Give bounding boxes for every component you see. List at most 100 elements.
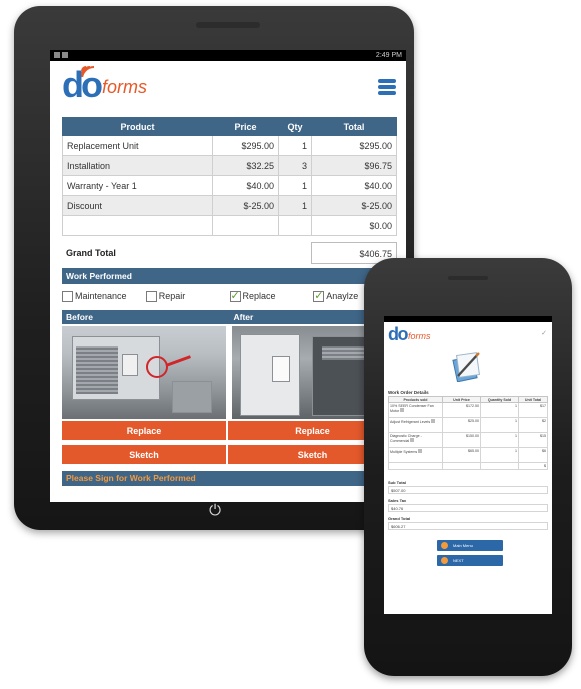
qty-cell[interactable] [278,215,312,236]
app-header: do forms [50,61,406,111]
total-cell: $2 [518,417,548,433]
col-qty: Qty [278,117,312,136]
grand-total-label: Grand Total [388,516,411,521]
checkbox-maintenance[interactable]: Maintenance [62,287,146,305]
doforms-logo: do forms [388,325,431,343]
grand-total-row: Grand Total $406.75 [62,242,397,264]
work-performed-checkboxes: Maintenance Repair Replace Anaylze [62,287,397,305]
checkbox-label: Repair [158,291,186,301]
checkbox-replace[interactable]: Replace [229,287,314,305]
clipboard-pen-icon [452,352,480,382]
work-order-title: Work Order Details [388,390,429,395]
menu-bullet-icon [441,542,448,549]
product-cell[interactable]: Replacement Unit [62,135,213,156]
search-icon[interactable] [410,438,415,442]
sketch-before-button[interactable]: Sketch [62,445,226,465]
table-row: $ [388,462,548,470]
disconnect-box-shape [122,354,138,376]
subtotal-label: Sub Total [388,480,406,485]
tablet-screen: 2:49 PM do forms Product Price Qty Total [50,50,406,502]
product-cell[interactable]: Warranty - Year 1 [62,175,213,196]
phone-status-bar [384,316,552,322]
col-product: Product [62,117,213,136]
products-table: Product Price Qty Total Replacement Unit… [62,117,397,236]
grand-total-field[interactable]: $606.27 [388,522,548,530]
next-button[interactable]: NEXT [437,555,503,566]
price-cell[interactable]: $295.00 [212,135,279,156]
table-header-row: Product Price Qty Total [62,117,397,136]
status-bar: 2:49 PM [50,50,406,61]
power-icon[interactable]: ⏻ [206,502,224,520]
product-cell[interactable]: 10% SEER Condenser Fan Motor [388,402,443,418]
check-icon[interactable]: ✓ [541,329,547,337]
checkbox-repair[interactable]: Repair [145,287,230,305]
qty-cell[interactable]: 1 [480,447,519,463]
main-menu-button[interactable]: Main Menu [437,540,503,551]
table-row: Adjust Refrigerant Levels $25.00 1 $2 [388,417,548,433]
phone-screen: do forms ✓ Work Order Details Products s… [384,316,552,614]
total-cell: $15 [518,432,548,448]
before-photo[interactable] [62,326,226,419]
signature-prompt[interactable]: Please Sign for Work Performed [62,471,397,486]
phone-products-table: Products sold Unit Price Quantity Sold U… [388,396,548,470]
highlight-circle [146,356,168,378]
search-icon[interactable] [431,419,436,423]
search-icon[interactable] [400,408,405,412]
checkbox-box[interactable] [62,290,73,302]
price-cell[interactable]: $-25.00 [212,195,279,216]
product-cell[interactable]: Installation [62,155,213,176]
qty-cell[interactable]: 3 [278,155,312,176]
price-cell[interactable]: $40.00 [212,175,279,196]
checkbox-box[interactable] [313,289,325,302]
logo-forms-text: forms [101,77,147,97]
table-row: Installation $32.25 3 $96.75 [62,155,397,176]
checkbox-box[interactable] [229,289,241,302]
table-row: Replacement Unit $295.00 1 $295.00 [62,135,397,156]
product-cell[interactable]: Discount [62,195,213,216]
price-cell[interactable]: $65.00 [442,447,481,463]
disconnect-box-shape [272,356,290,382]
qty-cell[interactable]: 1 [480,432,519,448]
hamburger-menu-icon[interactable] [378,79,396,95]
product-cell[interactable] [388,462,443,470]
table-row: $0.00 [62,215,397,236]
product-cell[interactable]: Diagnostic Charge - Commercial [388,432,443,448]
price-cell[interactable]: $25.00 [442,417,481,433]
qty-cell[interactable]: 1 [278,135,312,156]
sales-tax-field[interactable]: $40.76 [388,504,548,512]
product-cell[interactable]: Adjust Refrigerant Levels [388,417,443,433]
table-row: Discount $-25.00 1 $-25.00 [62,195,397,216]
price-cell[interactable] [442,462,481,470]
qty-cell[interactable]: 1 [278,195,312,216]
product-cell[interactable]: Multiple Systems [388,447,443,463]
subtotal-field[interactable]: $507.00 [388,486,548,494]
table-row: 10% SEER Condenser Fan Motor $172.50 1 $… [388,402,548,418]
price-cell[interactable]: $32.25 [212,155,279,176]
notification-icons [54,50,70,61]
search-icon[interactable] [418,449,423,453]
status-time: 2:49 PM [375,52,402,59]
main-menu-label: Main Menu [453,543,473,548]
table-row: Diagnostic Charge - Commercial $150.00 1… [388,432,548,448]
qty-cell[interactable] [480,462,519,470]
tablet-device: 2:49 PM do forms Product Price Qty Total [14,6,414,530]
replace-before-button[interactable]: Replace [62,421,226,441]
col-total: Total [311,117,397,136]
table-row: Warranty - Year 1 $40.00 1 $40.00 [62,175,397,196]
price-cell[interactable]: $150.00 [442,432,481,448]
qty-cell[interactable]: 1 [278,175,312,196]
total-cell: $96.75 [311,155,397,176]
qty-cell[interactable]: 1 [480,402,519,418]
checkbox-box[interactable] [145,290,157,302]
checkbox-label: Replace [242,291,276,301]
doforms-logo: do forms [62,67,147,103]
total-cell: $40.00 [311,175,397,196]
qty-cell[interactable]: 1 [480,417,519,433]
photo-header: Before After [62,310,397,324]
total-cell: $-25.00 [311,195,397,216]
price-cell[interactable]: $172.50 [442,402,481,418]
product-cell[interactable] [62,215,213,236]
col-price: Price [212,117,279,136]
table-row: Multiple Systems $65.00 1 $6 [388,447,548,463]
price-cell[interactable] [212,215,279,236]
